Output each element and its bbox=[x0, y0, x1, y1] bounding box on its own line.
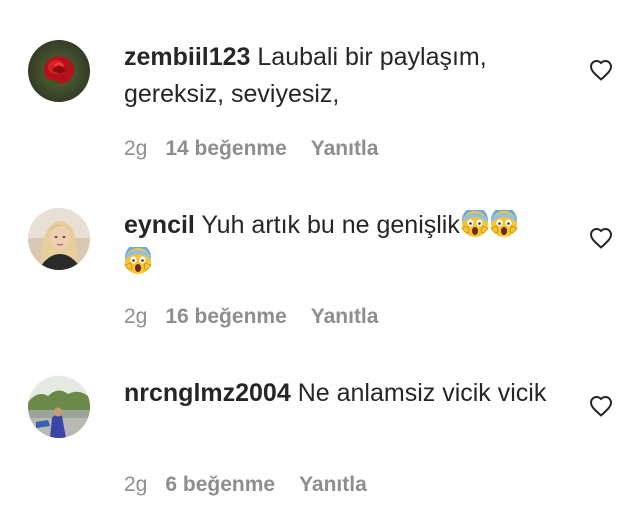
username-link[interactable]: nrcnglmz2004 bbox=[124, 379, 291, 407]
avatar[interactable] bbox=[28, 376, 90, 438]
avatar[interactable] bbox=[28, 208, 90, 270]
comment-meta: 2g 6 beğenme Yanıtla bbox=[124, 473, 367, 497]
username-link[interactable]: eyncil bbox=[124, 211, 195, 239]
reply-button[interactable]: Yanıtla bbox=[311, 305, 379, 328]
like-heart-icon[interactable] bbox=[589, 395, 613, 417]
username-link[interactable]: zembiil123 bbox=[124, 43, 250, 71]
comment-meta: 2g 14 beğenme Yanıtla bbox=[124, 137, 378, 161]
comment-text: Yuh artık bu ne genişlik bbox=[194, 211, 460, 239]
outdoor-person-avatar-icon bbox=[28, 376, 90, 438]
timestamp[interactable]: 2g bbox=[124, 305, 147, 328]
reply-button[interactable]: Yanıtla bbox=[299, 473, 367, 496]
likes-count[interactable]: 6 beğenme bbox=[165, 473, 275, 496]
comment-text: Ne anlamsiz vicik vicik bbox=[290, 379, 547, 407]
like-heart-icon[interactable] bbox=[589, 227, 613, 249]
face-screaming-in-fear-icon bbox=[490, 210, 518, 238]
comment-body: zembiil123 Laubali bir paylaşım, gereksi… bbox=[124, 39, 564, 113]
comment-meta: 2g 16 beğenme Yanıtla bbox=[124, 305, 378, 329]
face-screaming-in-fear-icon bbox=[124, 247, 152, 275]
like-heart-icon[interactable] bbox=[589, 59, 613, 81]
rose-avatar-icon bbox=[28, 40, 90, 102]
comment-body: nrcnglmz2004 Ne anlamsiz vicik vicik bbox=[124, 375, 564, 412]
timestamp[interactable]: 2g bbox=[124, 473, 147, 496]
timestamp[interactable]: 2g bbox=[124, 137, 147, 160]
avatar[interactable] bbox=[28, 40, 90, 102]
reply-button[interactable]: Yanıtla bbox=[311, 137, 379, 160]
comment-body: eyncil Yuh artık bu ne genişlik bbox=[124, 207, 564, 281]
face-screaming-in-fear-icon bbox=[461, 210, 489, 238]
likes-count[interactable]: 16 beğenme bbox=[165, 305, 286, 328]
blonde-woman-avatar-icon bbox=[28, 208, 90, 270]
likes-count[interactable]: 14 beğenme bbox=[165, 137, 286, 160]
